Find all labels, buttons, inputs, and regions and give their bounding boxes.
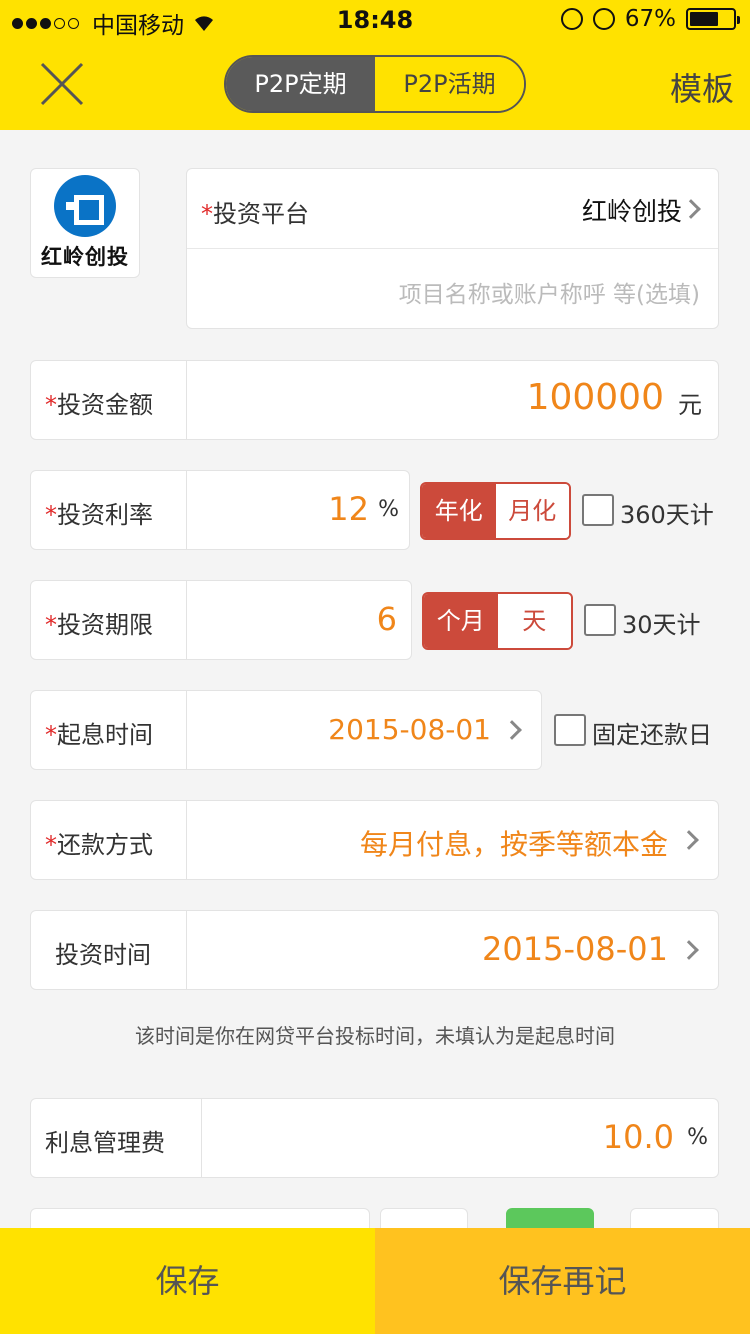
save-button[interactable]: 保存 (0, 1228, 375, 1334)
alarm-icon (592, 8, 615, 30)
chevron-right-icon (502, 720, 522, 740)
period-unit-toggle: 个月 天 (422, 592, 573, 650)
days-30-checkbox[interactable] (584, 604, 616, 636)
chevron-right-icon (679, 940, 699, 960)
start-date-label: *起息时间 (45, 721, 153, 749)
fee-label: 利息管理费 (45, 1129, 165, 1157)
battery-percent: 67% (624, 6, 676, 32)
fee-input[interactable]: 10.0 (603, 1118, 674, 1156)
period-row: *投资期限 6 (30, 580, 412, 660)
platform-value: 红岭创投 (581, 197, 682, 226)
divider (186, 471, 187, 549)
project-name-input[interactable]: 项目名称或账户称呼 等(选填) (399, 275, 700, 309)
rate-unit: % (378, 497, 399, 522)
platform-logo-text: 红岭创投 (41, 245, 129, 269)
days-360-checkbox[interactable] (582, 494, 614, 526)
status-bar: 中国移动 18:48 67% (0, 0, 750, 40)
product-type-switch: P2P定期 P2P活期 (224, 55, 526, 113)
fee-unit: % (687, 1125, 708, 1150)
start-date-row[interactable]: *起息时间 2015-08-01 (30, 690, 542, 770)
annual-option[interactable]: 年化 (422, 484, 496, 538)
rate-input[interactable]: 12 (328, 490, 369, 528)
divider (201, 1099, 202, 1177)
amount-label: *投资金额 (45, 391, 153, 419)
project-name-row[interactable]: 项目名称或账户称呼 等(选填) (187, 249, 718, 329)
amount-input[interactable]: 100000 (527, 377, 664, 418)
platform-label: *投资平台 (201, 200, 309, 228)
repayment-label: *还款方式 (45, 831, 153, 859)
month-option[interactable]: 个月 (424, 594, 498, 648)
platform-logo[interactable]: 红岭创投 (30, 168, 140, 278)
repayment-value[interactable]: 每月付息，按季等额本金 (360, 823, 668, 863)
days-30-label: 30天计 (622, 611, 701, 639)
platform-select-row[interactable]: *投资平台 红岭创投 (187, 169, 718, 249)
tab-p2p-fixed[interactable]: P2P定期 (226, 57, 375, 111)
chevron-right-icon (681, 199, 701, 219)
start-date-value[interactable]: 2015-08-01 (328, 713, 491, 746)
invest-time-hint: 该时间是你在网贷平台投标时间，未填认为是起息时间 (135, 1024, 615, 1048)
top-bar: 中国移动 18:48 67% P2P定期 P2P活期 模板 (0, 0, 750, 130)
repayment-row[interactable]: *还款方式 每月付息，按季等额本金 (30, 800, 719, 880)
divider (186, 361, 187, 439)
monthly-option[interactable]: 月化 (495, 484, 569, 538)
rotation-lock-icon (560, 8, 583, 30)
divider (186, 581, 187, 659)
day-option[interactable]: 天 (497, 594, 571, 648)
amount-row: *投资金额 100000 元 (30, 360, 719, 440)
rate-label: *投资利率 (45, 501, 153, 529)
chevron-right-icon (679, 830, 699, 850)
footer-bar: 保存 保存再记 (0, 1228, 750, 1334)
days-360-label: 360天计 (620, 501, 714, 529)
close-icon[interactable] (36, 58, 88, 110)
period-label: *投资期限 (45, 611, 153, 639)
invest-time-label: 投资时间 (55, 941, 151, 969)
platform-card: *投资平台 红岭创投 项目名称或账户称呼 等(选填) (186, 168, 719, 329)
fixed-repay-day-label: 固定还款日 (592, 721, 712, 749)
save-and-continue-button[interactable]: 保存再记 (375, 1228, 750, 1334)
divider (186, 911, 187, 989)
battery-icon (686, 8, 740, 30)
fixed-repay-day-checkbox[interactable] (554, 714, 586, 746)
period-input[interactable]: 6 (377, 600, 397, 638)
rate-type-toggle: 年化 月化 (420, 482, 571, 540)
divider (186, 691, 187, 769)
template-button[interactable]: 模板 (670, 64, 734, 110)
fee-row: 利息管理费 10.0 % (30, 1098, 719, 1178)
amount-unit: 元 (678, 391, 702, 419)
rate-row: *投资利率 12 % (30, 470, 410, 550)
divider (186, 801, 187, 879)
platform-logo-emblem (54, 175, 116, 237)
tab-p2p-flexible[interactable]: P2P活期 (375, 57, 524, 111)
invest-time-row[interactable]: 投资时间 2015-08-01 (30, 910, 719, 990)
invest-time-value[interactable]: 2015-08-01 (482, 930, 668, 968)
